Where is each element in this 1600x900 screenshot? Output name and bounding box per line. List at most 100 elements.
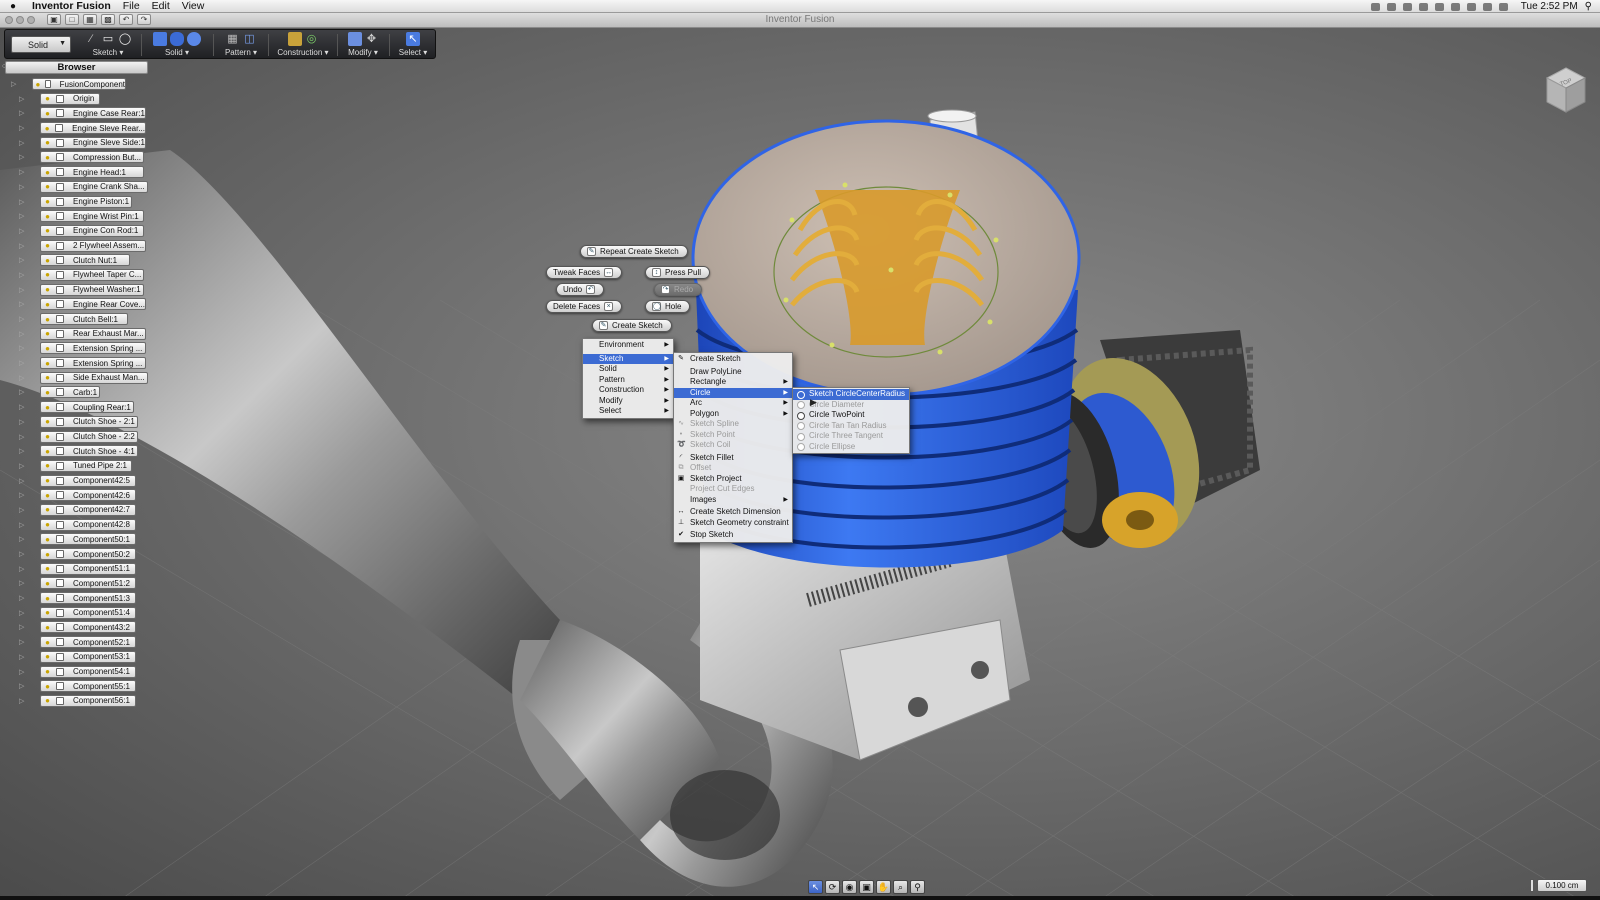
visibility-bulb-icon[interactable]: ●	[43, 623, 52, 632]
browser-item-chip[interactable]: ● Component56:1	[40, 694, 136, 707]
battery-icon[interactable]	[1498, 2, 1508, 11]
visibility-bulb-icon[interactable]: ●	[43, 241, 52, 250]
browser-item-chip[interactable]: ● Engine Wrist Pin:1	[40, 210, 144, 223]
browser-item-component52-1[interactable]: ▷ ● Component52:1	[3, 635, 148, 650]
browser-item-engine-sleve-rear[interactable]: ▷ ● Engine Sleve Rear...	[3, 121, 148, 136]
pan-hand-icon[interactable]: ✋	[876, 880, 891, 894]
visibility-bulb-icon[interactable]: ●	[43, 329, 52, 338]
browser-item-carb-1[interactable]: ▷ ● Carb:1	[3, 385, 148, 400]
visibility-bulb-icon[interactable]: ●	[43, 168, 52, 177]
browser-item-extension-spring[interactable]: ▷ ● Extension Spring ...	[3, 356, 148, 371]
visibility-bulb-icon[interactable]: ●	[43, 403, 52, 412]
browser-item-chip[interactable]: ● Component42:6	[40, 489, 136, 502]
visibility-bulb-icon[interactable]: ●	[43, 652, 52, 661]
workspace-dropdown[interactable]: Solid ▼	[11, 36, 71, 53]
browser-item-chip[interactable]: ● Origin	[40, 92, 100, 105]
browser-item-engine-head-1[interactable]: ▷ ● Engine Head:1	[3, 165, 148, 180]
browser-item-engine-wrist-pin-1[interactable]: ▷ ● Engine Wrist Pin:1	[3, 209, 148, 224]
browser-item-chip[interactable]: ● Component42:5	[40, 474, 136, 487]
browser-item-extension-spring[interactable]: ▷ ● Extension Spring ...	[3, 341, 148, 356]
expand-arrow-icon[interactable]: ▷	[19, 227, 24, 235]
menu-item-arc[interactable]: Arc ▶	[674, 398, 792, 409]
visibility-bulb-icon[interactable]: ●	[43, 608, 52, 617]
rectangle-icon[interactable]: ▭	[101, 32, 115, 46]
browser-item-component56-1[interactable]: ▷ ● Component56:1	[3, 694, 148, 709]
circle-icon[interactable]: ◯	[118, 32, 132, 46]
browser-item-chip[interactable]: ● 2 Flywheel Assem...	[40, 239, 146, 252]
browser-item-chip[interactable]: ● Component43:2	[40, 621, 136, 634]
toolbar-group-modify[interactable]: ✥ Modify ▾	[341, 32, 385, 58]
browser-item-clutch-shoe-2-1[interactable]: ▷ ● Clutch Shoe - 2:1	[3, 415, 148, 430]
time-machine-icon[interactable]	[1434, 2, 1444, 11]
browser-item-component43-2[interactable]: ▷ ● Component43:2	[3, 620, 148, 635]
expand-arrow-icon[interactable]: ▷	[19, 697, 24, 705]
scale-slider-handle[interactable]	[1530, 879, 1534, 892]
display-icon[interactable]	[1418, 2, 1428, 11]
repeat-create-sketch-button[interactable]: ✎ Repeat Create Sketch	[580, 245, 688, 258]
select-tool-icon[interactable]: ↖	[808, 880, 823, 894]
expand-arrow-icon[interactable]: ▷	[19, 447, 24, 455]
visibility-bulb-icon[interactable]: ●	[43, 256, 52, 265]
menu-item-polygon[interactable]: Polygon ▶	[674, 409, 792, 420]
browser-item-chip[interactable]: ● Engine Piston:1	[40, 195, 132, 208]
browser-item-chip[interactable]: ● Coupling Rear:1	[40, 401, 134, 414]
visibility-bulb-icon[interactable]: ●	[43, 461, 52, 470]
plane-icon[interactable]	[287, 32, 302, 46]
browser-item-chip[interactable]: ● Clutch Shoe - 2:2	[40, 430, 138, 443]
menu-item-construction[interactable]: Construction ▶	[583, 385, 673, 396]
browser-item-chip[interactable]: ● Component51:1	[40, 562, 136, 575]
expand-arrow-icon[interactable]: ▷	[19, 315, 24, 323]
cylinder-solid-icon[interactable]	[170, 32, 184, 46]
press-pull-icon[interactable]	[347, 32, 362, 46]
menu-item-circle-ellipse[interactable]: Circle Ellipse	[793, 442, 909, 453]
browser-item-chip[interactable]: ● Component42:8	[40, 518, 136, 531]
expand-arrow-icon[interactable]: ▷	[19, 682, 24, 690]
browser-item-clutch-shoe-2-2[interactable]: ▷ ● Clutch Shoe - 2:2	[3, 430, 148, 445]
browser-item-chip[interactable]: ● Rear Exhaust Mar...	[40, 327, 146, 340]
toolbar-group-construction[interactable]: ◎ Construction ▾	[273, 32, 333, 58]
sphere-solid-icon[interactable]	[187, 32, 201, 46]
browser-item-chip[interactable]: ● Component54:1	[40, 665, 136, 678]
menu-item-environment[interactable]: Environment ▶	[583, 340, 673, 351]
expand-arrow-icon[interactable]: ▷	[19, 109, 24, 117]
visibility-bulb-icon[interactable]: ●	[43, 300, 52, 309]
browser-item-chip[interactable]: ● Clutch Nut:1	[40, 254, 130, 267]
browser-item-engine-sleve-side-1[interactable]: ▷ ● Engine Sleve Side:1	[3, 136, 148, 151]
create-sketch-button[interactable]: ✎ Create Sketch	[592, 319, 672, 332]
zoom-window-icon[interactable]: ⌕	[893, 880, 908, 894]
menu-item-select[interactable]: Select ▶	[583, 406, 673, 417]
menubar-clock[interactable]: Tue 2:52 PM	[1521, 1, 1578, 12]
look-at-icon[interactable]: ◉	[842, 880, 857, 894]
browser-item-chip[interactable]: ● Side Exhaust Man...	[40, 371, 148, 384]
expand-arrow-icon[interactable]: ▷	[19, 477, 24, 485]
browser-item-chip[interactable]: ● Component52:1	[40, 636, 136, 649]
visibility-bulb-icon[interactable]: ●	[43, 520, 52, 529]
rect-pattern-icon[interactable]: ▦	[226, 32, 240, 46]
browser-item-chip[interactable]: ● Component51:4	[40, 606, 136, 619]
dropbox-icon[interactable]	[1370, 2, 1380, 11]
expand-arrow-icon[interactable]: ▷	[19, 403, 24, 411]
browser-item-chip[interactable]: ● Component51:3	[40, 592, 136, 605]
3d-viewport[interactable]: TOP	[0, 28, 1600, 900]
visibility-bulb-icon[interactable]: ●	[35, 80, 41, 89]
visibility-bulb-icon[interactable]: ●	[43, 447, 52, 456]
menu-item-images[interactable]: Images ▶	[674, 495, 792, 506]
browser-item-chip[interactable]: ● Extension Spring ...	[40, 342, 146, 355]
view-style-icon[interactable]: ▣	[859, 880, 874, 894]
expand-arrow-icon[interactable]: ▷	[19, 344, 24, 352]
expand-arrow-icon[interactable]: ▷	[19, 491, 24, 499]
browser-item-flywheel-washer-1[interactable]: ▷ ● Flywheel Washer:1	[3, 283, 148, 298]
visibility-bulb-icon[interactable]: ●	[43, 388, 52, 397]
browser-item-2-flywheel-assem[interactable]: ▷ ● 2 Flywheel Assem...	[3, 239, 148, 254]
menu-item-sketch[interactable]: Sketch ▶	[583, 353, 673, 364]
browser-item-component50-2[interactable]: ▷ ● Component50:2	[3, 547, 148, 562]
menu-item-modify[interactable]: Modify ▶	[583, 396, 673, 407]
browser-item-chip[interactable]: ● Flywheel Taper C...	[40, 268, 144, 281]
browser-item-chip[interactable]: ● Engine Case Rear:1	[40, 107, 146, 120]
apple-icon[interactable]: ●	[0, 1, 26, 12]
expand-arrow-icon[interactable]: ▷	[11, 80, 16, 88]
browser-item-chip[interactable]: ● Component50:2	[40, 548, 136, 560]
toolbar-group-select[interactable]: ↖ Select ▾	[395, 32, 431, 58]
expand-arrow-icon[interactable]: ▷	[19, 374, 24, 382]
visibility-bulb-icon[interactable]: ●	[43, 197, 52, 206]
